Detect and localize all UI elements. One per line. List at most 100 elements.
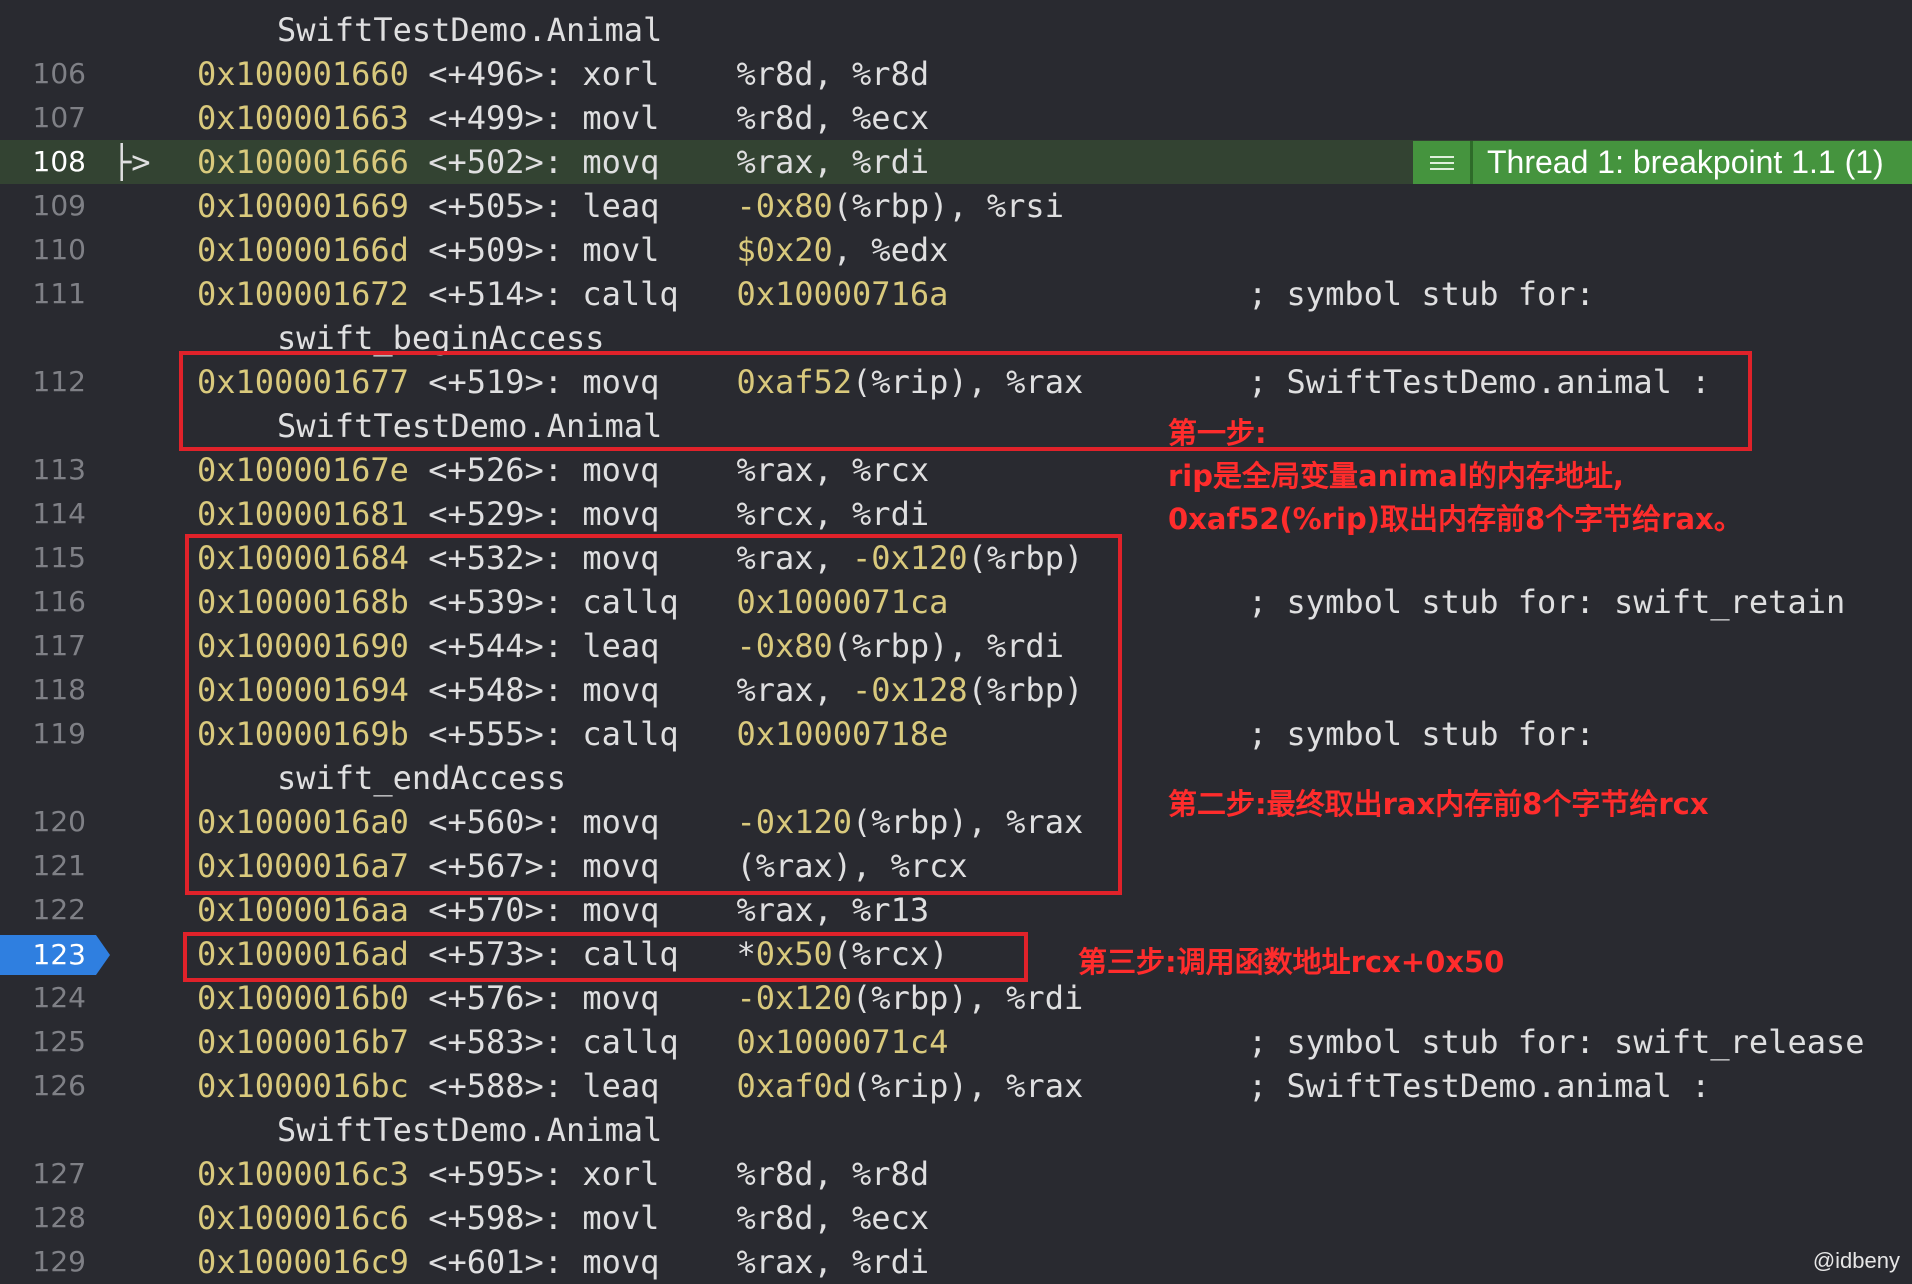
code-line-113[interactable]: 113 0x10000167e <+526>: movq %rax, %rcx <box>0 448 1912 492</box>
mnemonic: xorl <box>582 55 660 93</box>
instruction: 0x100001660 <+496>: xorl %r8d, %r8d <box>197 52 929 96</box>
code-line-126[interactable]: 126 0x1000016bc <+588>: leaq 0xaf0d(%rip)… <box>0 1064 1912 1108</box>
offset: <+598>: <box>428 1199 564 1237</box>
instruction: 0x1000016c3 <+595>: xorl %r8d, %r8d <box>197 1152 929 1196</box>
line-number[interactable]: 112 <box>0 360 86 404</box>
thread-indicator-badge[interactable]: Thread 1: breakpoint 1.1 (1) <box>1413 141 1912 184</box>
code-line-125[interactable]: 125 0x1000016b7 <+583>: callq 0x1000071c4… <box>0 1020 1912 1064</box>
code-line-109[interactable]: 109 0x100001669 <+505>: leaq -0x80(%rbp),… <box>0 184 1912 228</box>
code-line-110[interactable]: 110 0x10000166d <+509>: movl $0x20, %edx <box>0 228 1912 272</box>
line-number[interactable]: 110 <box>0 228 86 272</box>
mnemonic: movq <box>582 979 660 1017</box>
code-line-continuation[interactable]: SwiftTestDemo.Animal <box>0 1108 1912 1152</box>
instruction: 0x10000166d <+509>: movl $0x20, %edx <box>197 228 948 272</box>
code-line-111[interactable]: 111 0x100001672 <+514>: callq 0x10000716a… <box>0 272 1912 316</box>
operand-number: 0x1000071c4 <box>736 1023 949 1061</box>
instruction: 0x100001663 <+499>: movl %r8d, %ecx <box>197 96 929 140</box>
line-number[interactable]: 129 <box>0 1240 86 1284</box>
line-number[interactable]: 121 <box>0 844 86 888</box>
offset: <+514>: <box>428 275 564 313</box>
line-number[interactable]: 127 <box>0 1152 86 1196</box>
offset: <+496>: <box>428 55 564 93</box>
line-number[interactable]: 107 <box>0 96 86 140</box>
comment: ; SwiftTestDemo.animal : <box>1248 1067 1711 1105</box>
list-menu-icon[interactable] <box>1413 141 1473 184</box>
annotation-step1-title: 第一步: <box>1168 416 1267 450</box>
code-line-106[interactable]: 106 0x100001660 <+496>: xorl %r8d, %r8d <box>0 52 1912 96</box>
address: 0x100001663 <box>197 99 409 137</box>
line-number[interactable]: 108 <box>0 140 86 184</box>
address: 0x1000016c6 <box>197 1199 409 1237</box>
instruction: 0x100001666 <+502>: movq %rax, %rdi <box>197 140 929 184</box>
address: 0x1000016b0 <box>197 979 409 1017</box>
instruction: 0x100001681 <+529>: movq %rcx, %rdi <box>197 492 929 536</box>
offset: <+595>: <box>428 1155 564 1193</box>
operand-number: 0x10000716a <box>736 275 949 313</box>
operand-text: %rcx, %rdi <box>736 495 930 533</box>
line-number[interactable]: 124 <box>0 976 86 1020</box>
operand-number: $0x20 <box>736 231 833 269</box>
annotation-box-step2 <box>185 534 1122 895</box>
operand-text: (%rbp), %rdi <box>852 979 1084 1017</box>
instruction: 0x100001672 <+514>: callq 0x10000716a <box>197 272 948 316</box>
line-number[interactable]: 109 <box>0 184 86 228</box>
address: 0x1000016c9 <box>197 1243 409 1281</box>
line-number[interactable]: 126 <box>0 1064 86 1108</box>
mnemonic: leaq <box>582 1067 660 1105</box>
thread-label: Thread 1: breakpoint 1.1 (1) <box>1487 144 1884 180</box>
instruction: 0x1000016c9 <+601>: movq %rax, %rdi <box>197 1240 929 1284</box>
operand-text: %rax, %rdi <box>736 143 930 181</box>
mnemonic: movq <box>582 1243 660 1281</box>
line-number[interactable]: 122 <box>0 888 86 932</box>
operand-text: , %edx <box>832 231 949 269</box>
address: 0x1000016aa <box>197 891 409 929</box>
code-line-continuation[interactable]: SwiftTestDemo.Animal <box>0 8 1912 52</box>
offset: <+576>: <box>428 979 564 1017</box>
line-number[interactable]: 114 <box>0 492 86 536</box>
offset: <+601>: <box>428 1243 564 1281</box>
line-number[interactable]: 115 <box>0 536 86 580</box>
code-line-127[interactable]: 127 0x1000016c3 <+595>: xorl %r8d, %r8d <box>0 1152 1912 1196</box>
continuation-text: SwiftTestDemo.Animal <box>277 11 663 49</box>
address: 0x100001681 <box>197 495 409 533</box>
address: 0x100001660 <box>197 55 409 93</box>
line-number[interactable]: 119 <box>0 712 86 756</box>
code-line-128[interactable]: 128 0x1000016c6 <+598>: movl %r8d, %ecx <box>0 1196 1912 1240</box>
offset: <+499>: <box>428 99 564 137</box>
operand-number: -0x120 <box>736 979 853 1017</box>
offset: <+502>: <box>428 143 564 181</box>
annotation-step3: 第三步:调用函数地址rcx+0x50 <box>1078 945 1505 979</box>
mnemonic: xorl <box>582 1155 660 1193</box>
instruction: 0x1000016b0 <+576>: movq -0x120(%rbp), %… <box>197 976 1083 1020</box>
line-number[interactable]: 113 <box>0 448 86 492</box>
mnemonic: movq <box>582 495 660 533</box>
offset: <+529>: <box>428 495 564 533</box>
offset: <+526>: <box>428 451 564 489</box>
current-instruction-arrow-icon: ├> <box>112 143 151 181</box>
operand-text: %r8d, %r8d <box>736 55 930 93</box>
operand-text: (%rbp), %rsi <box>832 187 1064 225</box>
address: 0x1000016b7 <box>197 1023 409 1061</box>
code-line-129[interactable]: 129 0x1000016c9 <+601>: movq %rax, %rdi <box>0 1240 1912 1284</box>
line-number[interactable]: 120 <box>0 800 86 844</box>
line-number[interactable]: 111 <box>0 272 86 316</box>
mnemonic: callq <box>582 275 679 313</box>
comment: ; symbol stub for: swift_retain <box>1248 583 1846 621</box>
code-line-124[interactable]: 124 0x1000016b0 <+576>: movq -0x120(%rbp)… <box>0 976 1912 1020</box>
offset: <+509>: <box>428 231 564 269</box>
offset: <+583>: <box>428 1023 564 1061</box>
annotation-step1-line2: 0xaf52(%rip)取出内存前8个字节给rax。 <box>1168 502 1743 536</box>
line-number[interactable]: 117 <box>0 624 86 668</box>
address: 0x1000016bc <box>197 1067 409 1105</box>
line-number[interactable]: 128 <box>0 1196 86 1240</box>
instruction: 0x1000016b7 <+583>: callq 0x1000071c4 <box>197 1020 948 1064</box>
line-number[interactable]: 116 <box>0 580 86 624</box>
mnemonic: movl <box>582 99 660 137</box>
line-number[interactable]: 125 <box>0 1020 86 1064</box>
address: 0x100001672 <box>197 275 409 313</box>
address: 0x100001666 <box>197 143 409 181</box>
line-number[interactable]: 106 <box>0 52 86 96</box>
breakpoint-line-number[interactable]: 123 <box>0 935 86 975</box>
line-number[interactable]: 118 <box>0 668 86 712</box>
code-line-107[interactable]: 107 0x100001663 <+499>: movl %r8d, %ecx <box>0 96 1912 140</box>
